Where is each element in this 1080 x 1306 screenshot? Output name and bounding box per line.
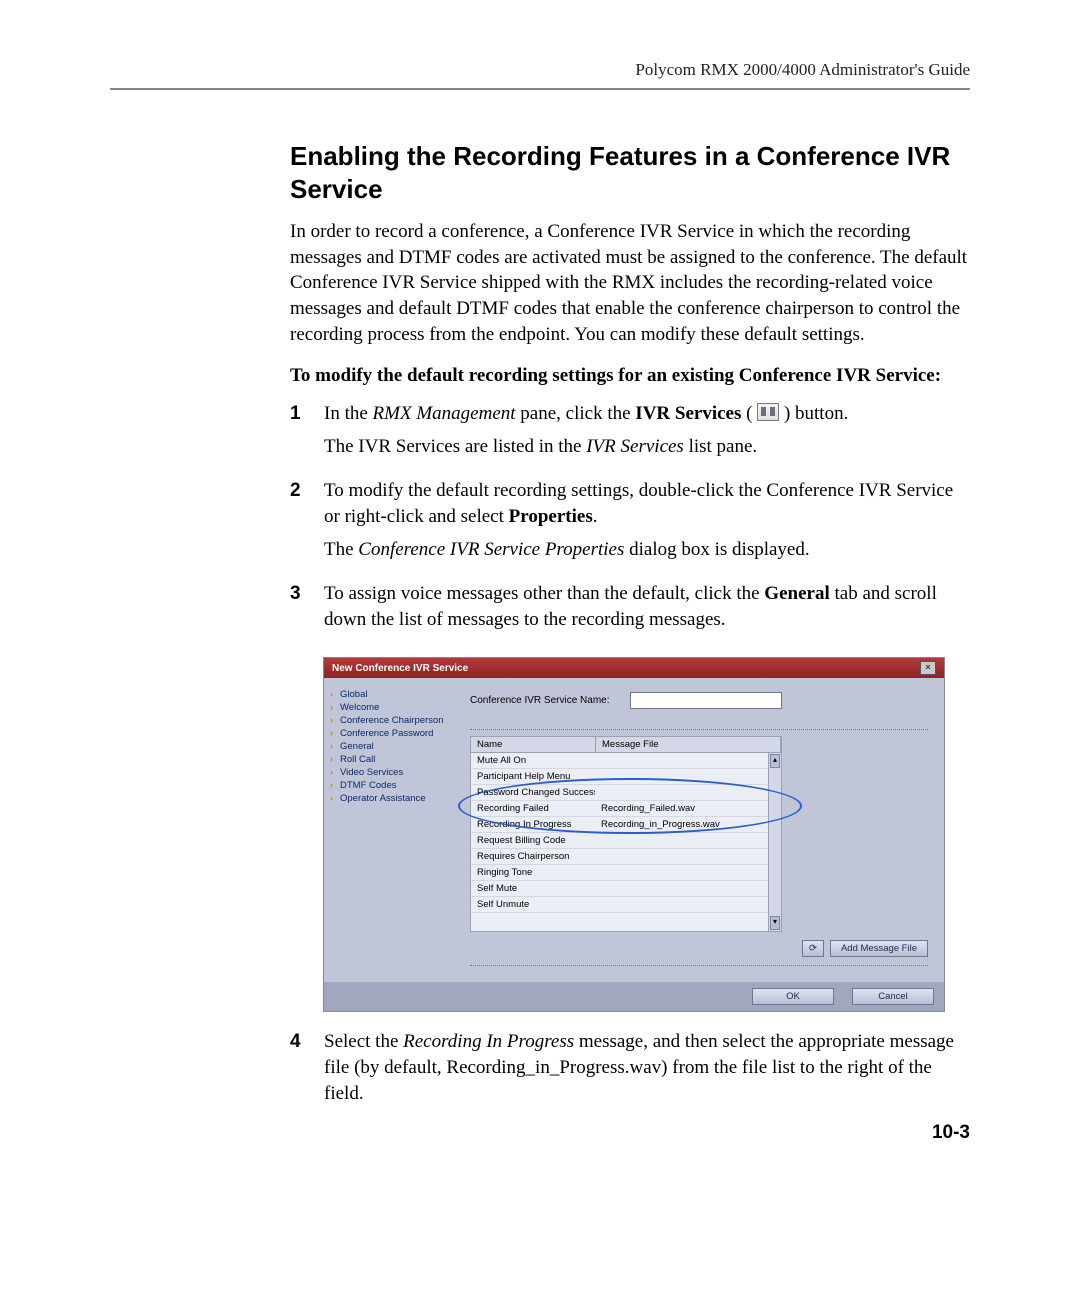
nav-conference-chairperson[interactable]: Conference Chairperson <box>330 714 452 727</box>
step-2-line-1: To modify the default recording settings… <box>324 478 970 529</box>
service-name-label: Conference IVR Service Name: <box>470 695 630 706</box>
intro-paragraph: In order to record a conference, a Confe… <box>290 219 970 347</box>
separator <box>470 729 928 730</box>
table-row[interactable]: Requires Chairperson <box>471 849 768 865</box>
table-row[interactable]: Self Unmute <box>471 897 768 913</box>
refresh-icon[interactable]: ⟳ <box>802 940 824 957</box>
ok-button[interactable]: OK <box>752 988 834 1005</box>
page-number: 10-3 <box>932 1122 970 1144</box>
scroll-up-icon[interactable]: ▴ <box>770 754 780 768</box>
add-message-file-button[interactable]: Add Message File <box>830 940 928 957</box>
page: Polycom RMX 2000/4000 Administrator's Gu… <box>0 0 1080 1184</box>
nav-global[interactable]: Global <box>330 688 452 701</box>
steps-list: 1 In the RMX Management pane, click the … <box>290 401 970 640</box>
step-number: 2 <box>290 478 324 571</box>
dialog-main: Conference IVR Service Name: Name Messag… <box>458 678 944 982</box>
step-number: 3 <box>290 581 324 640</box>
col-message-file[interactable]: Message File <box>596 737 781 752</box>
header-rule <box>110 88 970 90</box>
cancel-button[interactable]: Cancel <box>852 988 934 1005</box>
separator <box>470 965 928 966</box>
nav-general[interactable]: General <box>330 740 452 753</box>
step-4: 4 Select the Recording In Progress messa… <box>290 1029 970 1114</box>
running-head: Polycom RMX 2000/4000 Administrator's Gu… <box>110 60 970 80</box>
dialog-screenshot: New Conference IVR Service × Global Welc… <box>324 658 970 1011</box>
step-1-line-1: In the RMX Management pane, click the IV… <box>324 401 970 427</box>
ivr-services-icon <box>757 403 779 421</box>
dialog-nav: Global Welcome Conference Chairperson Co… <box>324 678 458 982</box>
table-row[interactable]: Self Mute <box>471 881 768 897</box>
nav-welcome[interactable]: Welcome <box>330 701 452 714</box>
table-header: Name Message File <box>471 737 781 753</box>
table-row[interactable]: Recording In ProgressRecording_in_Progre… <box>471 817 768 833</box>
section-title: Enabling the Recording Features in a Con… <box>290 140 970 205</box>
col-name[interactable]: Name <box>471 737 596 752</box>
table-row[interactable]: Participant Help Menu <box>471 769 768 785</box>
step-1-line-2: The IVR Services are listed in the IVR S… <box>324 434 970 460</box>
table-row[interactable]: Recording FailedRecording_Failed.wav <box>471 801 768 817</box>
close-icon[interactable]: × <box>920 661 936 675</box>
step-3-text: To assign voice messages other than the … <box>324 581 970 632</box>
step-number: 1 <box>290 401 324 468</box>
table-row[interactable]: Request Billing Code <box>471 833 768 849</box>
nav-operator-assistance[interactable]: Operator Assistance <box>330 792 452 805</box>
service-name-input[interactable] <box>630 692 782 709</box>
step-1: 1 In the RMX Management pane, click the … <box>290 401 970 468</box>
table-row[interactable]: Mute All On <box>471 753 768 769</box>
table-body: Mute All On Participant Help Menu Passwo… <box>471 753 768 931</box>
step-2-line-2: The Conference IVR Service Properties di… <box>324 537 970 563</box>
scroll-down-icon[interactable]: ▾ <box>770 916 780 930</box>
procedure-heading: To modify the default recording settings… <box>290 363 970 389</box>
nav-dtmf-codes[interactable]: DTMF Codes <box>330 779 452 792</box>
step-3: 3 To assign voice messages other than th… <box>290 581 970 640</box>
content-column: Enabling the Recording Features in a Con… <box>290 140 970 1114</box>
nav-conference-password[interactable]: Conference Password <box>330 727 452 740</box>
dialog-footer: OK Cancel <box>324 982 944 1011</box>
steps-list-cont: 4 Select the Recording In Progress messa… <box>290 1029 970 1114</box>
step-number: 4 <box>290 1029 324 1114</box>
table-scrollbar[interactable]: ▴ ▾ <box>768 753 781 931</box>
step-4-text: Select the Recording In Progress message… <box>324 1029 970 1106</box>
step-2: 2 To modify the default recording settin… <box>290 478 970 571</box>
table-row[interactable]: Ringing Tone <box>471 865 768 881</box>
dialog-titlebar: New Conference IVR Service × <box>324 658 944 678</box>
dialog-title-text: New Conference IVR Service <box>332 663 468 674</box>
table-row[interactable]: Password Changed Successfu <box>471 785 768 801</box>
ivr-service-dialog: New Conference IVR Service × Global Welc… <box>324 658 944 1011</box>
messages-table: Name Message File Mute All On Participan… <box>470 736 782 932</box>
nav-roll-call[interactable]: Roll Call <box>330 753 452 766</box>
nav-video-services[interactable]: Video Services <box>330 766 452 779</box>
